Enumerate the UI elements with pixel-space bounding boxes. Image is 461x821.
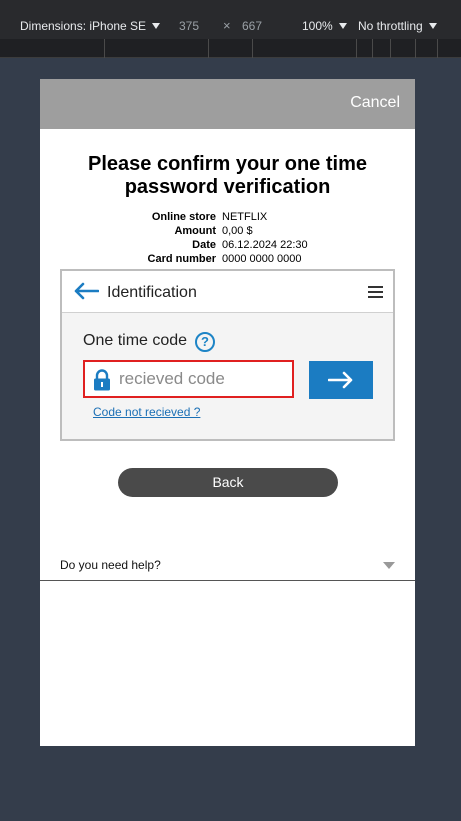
code-field	[83, 360, 294, 398]
identification-panel: Identification One time code ? Code not …	[60, 269, 395, 441]
dimensions-select[interactable]: Dimensions: iPhone SE	[20, 18, 161, 34]
chevron-down-icon	[428, 23, 437, 29]
help-icon[interactable]: ?	[195, 332, 215, 352]
submit-button[interactable]	[309, 361, 373, 399]
lock-icon	[94, 369, 110, 391]
info-row: Card number 0000 0000 0000	[40, 252, 415, 266]
info-value: NETFLIX	[222, 211, 268, 223]
device-viewport: Cancel Please confirm your one time pass…	[40, 79, 415, 746]
code-input[interactable]	[119, 362, 291, 396]
back-button[interactable]: Back	[118, 468, 338, 497]
info-label: Date	[192, 239, 216, 251]
media-query-ruler	[0, 39, 461, 58]
info-label: Card number	[147, 253, 216, 265]
chevron-down-icon	[338, 23, 347, 29]
info-value: 06.12.2024 22:30	[222, 239, 308, 251]
info-value: 0,00 $	[222, 225, 253, 237]
info-label: Online store	[151, 211, 216, 223]
throttling-label: No throttling	[358, 19, 423, 33]
zoom-label: 100%	[302, 19, 333, 33]
arrow-right-icon	[328, 371, 353, 389]
panel-title: Identification	[107, 284, 197, 301]
devtools-toolbar: Dimensions: iPhone SE 375 × 667 100% No …	[0, 0, 461, 39]
info-row: Date 06.12.2024 22:30	[40, 238, 415, 252]
top-bar: Cancel	[40, 79, 415, 129]
width-input[interactable]: 375	[179, 18, 199, 34]
info-label: Amount	[174, 225, 216, 237]
help-label: Do you need help?	[60, 558, 161, 572]
page-title: Please confirm your one time password ve…	[88, 153, 367, 198]
cancel-button[interactable]: Cancel	[350, 94, 400, 112]
throttling-select[interactable]: No throttling	[358, 18, 437, 34]
times-separator: ×	[223, 18, 231, 33]
info-row: Amount 0,00 $	[40, 224, 415, 238]
one-time-code-label: One time code	[83, 332, 188, 349]
chevron-down-icon	[383, 562, 395, 569]
code-not-received-link[interactable]: Code not recieved ?	[93, 405, 200, 419]
back-arrow-icon[interactable]	[73, 282, 99, 300]
zoom-select[interactable]: 100%	[302, 18, 347, 34]
help-accordion[interactable]: Do you need help?	[40, 549, 415, 581]
info-row: Online store NETFLIX	[40, 210, 415, 224]
height-input[interactable]: 667	[242, 18, 262, 34]
chevron-down-icon	[152, 23, 161, 29]
menu-icon[interactable]	[368, 286, 383, 298]
transaction-info: Online store NETFLIX Amount 0,00 $ Date 06.…	[40, 210, 415, 266]
panel-header: Identification	[62, 271, 393, 313]
info-value: 0000 0000 0000	[222, 253, 302, 265]
dimensions-label: Dimensions: iPhone SE	[20, 19, 147, 33]
